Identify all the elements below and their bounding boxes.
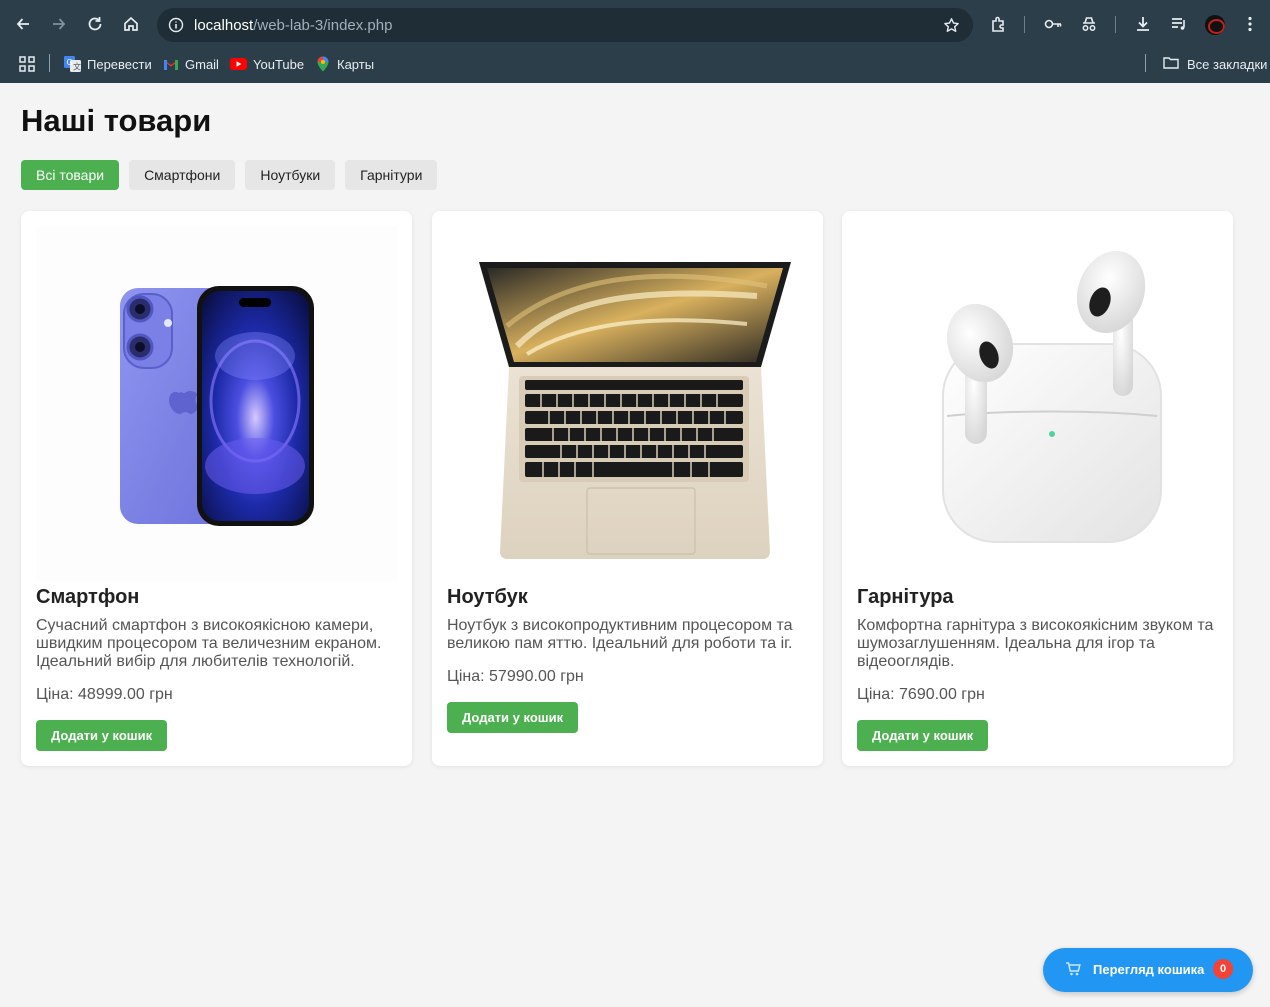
profile-avatar[interactable] [1205,15,1225,35]
site-info-icon[interactable] [166,15,186,35]
add-to-cart-button[interactable]: Додати у кошик [857,720,989,751]
product-price: Ціна: 48999.00 грн [36,686,173,703]
reload-icon[interactable] [81,10,109,38]
svg-text:文: 文 [73,62,81,72]
bookmarks-bar: G文 Перевести Gmail YouTube Карты Все зак… [0,48,1270,83]
all-bookmarks-label: Все закладки [1187,56,1268,72]
back-icon[interactable] [9,10,37,38]
all-bookmarks[interactable]: Все закладки [1163,54,1267,74]
smartphone-image [36,226,397,581]
menu-kebab-icon[interactable] [1236,10,1264,38]
product-card: Ноутбук Ноутбук з високопродуктивним про… [432,211,823,766]
url-text: localhost/web-lab-3/index.php [194,17,392,34]
category-filters: Всі товари Смартфони Ноутбуки Гарнітури [21,160,438,190]
bookmark-translate[interactable]: G文 Перевести [64,54,152,74]
product-price: Ціна: 7690.00 грн [857,686,985,703]
product-description: Комфортна гарнітура з високоякісним звук… [857,617,1214,670]
url-path: /web-lab-3/index.php [253,17,393,34]
svg-text:G: G [67,58,73,67]
incognito-icon[interactable] [1075,10,1103,38]
bookmark-label: Карты [337,56,375,72]
gmail-icon [162,56,179,72]
password-key-icon[interactable] [1039,10,1067,38]
extensions-icon[interactable] [985,10,1013,38]
cart-icon [1065,962,1081,976]
bookmarks-divider [1145,54,1146,72]
url-host: localhost [194,17,254,34]
product-title: Ноутбук [447,586,528,608]
media-control-icon[interactable] [1165,10,1193,38]
apps-grid-icon[interactable] [18,55,36,73]
toolbar-divider [1115,16,1116,33]
view-cart-label: Перегляд кошика [1093,962,1205,977]
forward-icon[interactable] [45,10,73,38]
filter-all[interactable]: Всі товари [21,160,120,190]
product-price: Ціна: 57990.00 грн [447,668,584,685]
add-to-cart-button[interactable]: Додати у кошик [447,702,579,733]
product-card: Гарнітура Комфортна гарнітура з високояк… [842,211,1233,766]
home-icon[interactable] [117,10,145,38]
bookmark-label: YouTube [253,56,305,72]
filter-laptops[interactable]: Ноутбуки [245,160,336,190]
bookmark-star-icon[interactable] [941,15,961,35]
bookmark-gmail[interactable]: Gmail [162,54,219,74]
filter-smartphones[interactable]: Смартфони [129,160,236,190]
browser-toolbar: localhost/web-lab-3/index.php [0,0,1270,48]
filter-headsets[interactable]: Гарнітури [345,160,438,190]
maps-icon [314,56,331,72]
address-bar[interactable]: localhost/web-lab-3/index.php [157,8,973,42]
bookmark-label: Gmail [185,56,219,72]
toolbar-divider [1024,16,1025,33]
cart-count-badge: 0 [1213,959,1233,979]
page-title: Наші товари [21,103,212,138]
bookmarks-divider [49,54,50,72]
product-description: Сучасний смартфон з високоякісною камери… [36,617,382,670]
product-title: Гарнітура [857,586,954,608]
bookmark-label: Перевести [87,56,152,72]
earbuds-image [857,226,1218,581]
product-title: Смартфон [36,586,140,608]
bookmark-maps[interactable]: Карты [314,54,374,74]
google-translate-icon: G文 [64,56,81,72]
browser-chrome: localhost/web-lab-3/index.php G 文 Переве… [0,0,1270,83]
product-card: Смартфон Сучасний смартфон з високоякісн… [21,211,412,766]
download-icon[interactable] [1129,10,1157,38]
bookmark-youtube[interactable]: YouTube [230,54,304,74]
laptop-image [447,226,808,581]
folder-icon [1163,56,1179,72]
product-description: Ноутбук з високопродуктивним процесором … [447,617,793,652]
add-to-cart-button[interactable]: Додати у кошик [36,720,168,751]
youtube-icon [230,56,247,72]
